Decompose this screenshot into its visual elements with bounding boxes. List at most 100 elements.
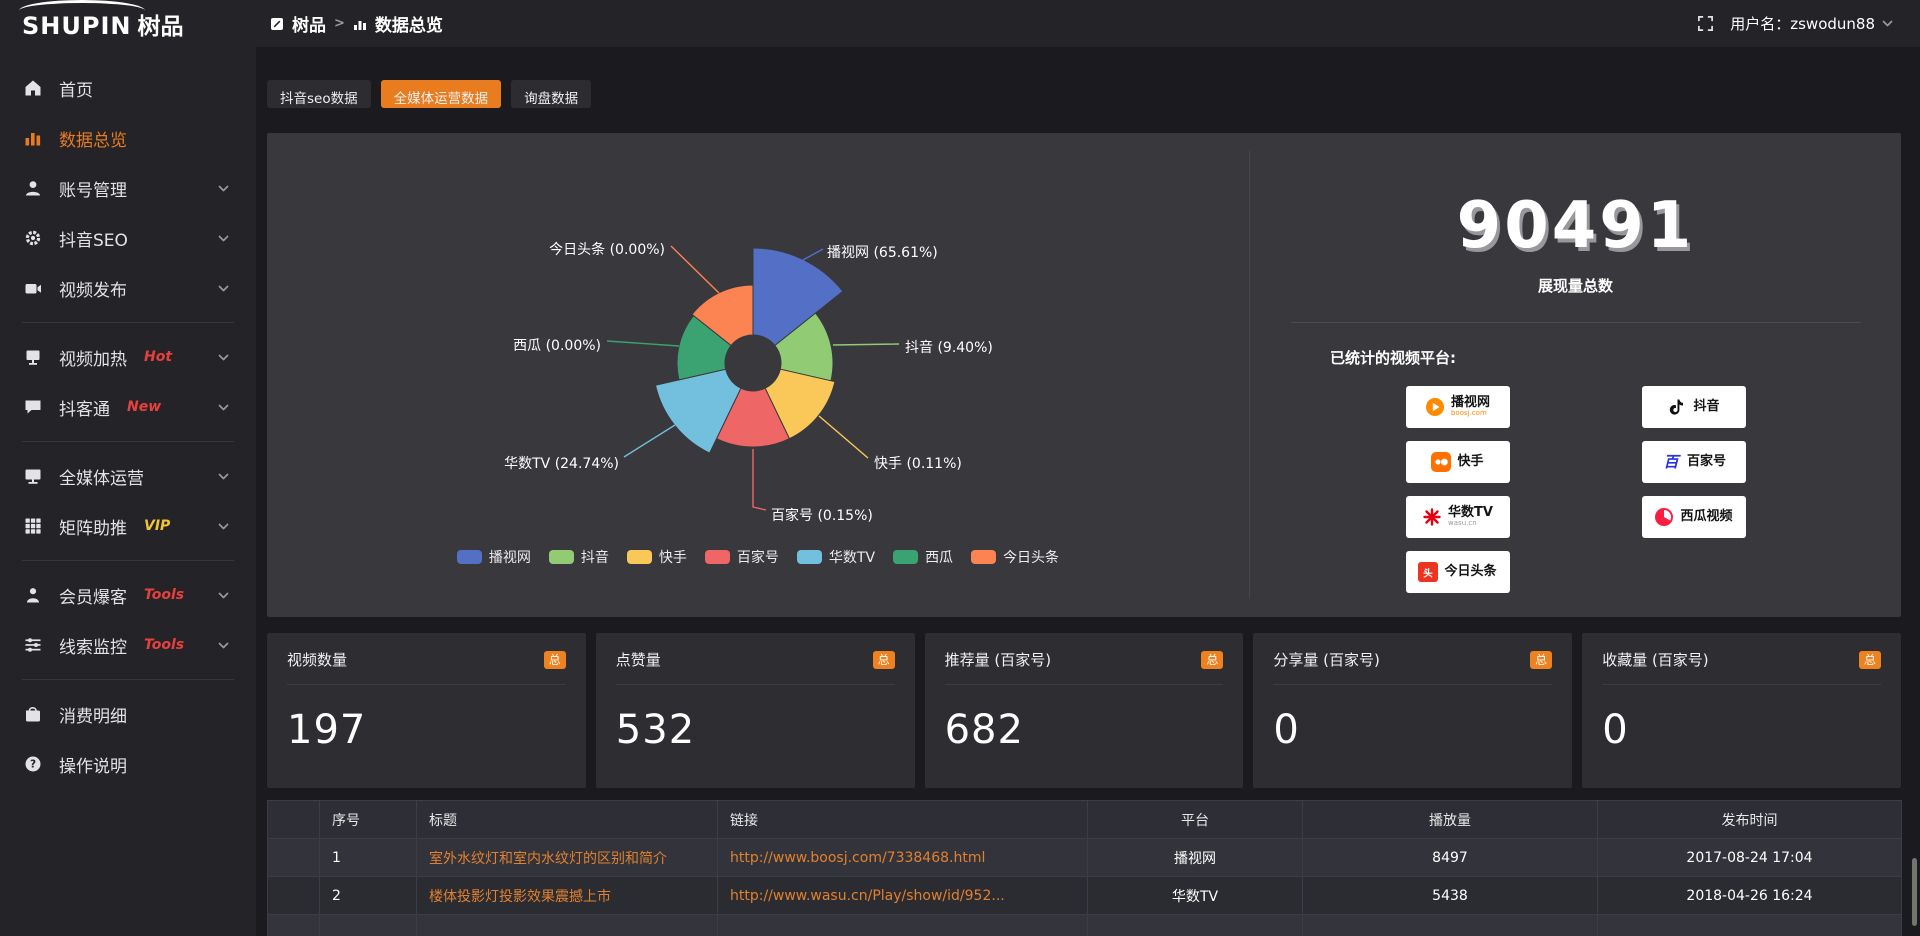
sidebar-divider [22, 441, 234, 442]
sidebar-item-label: 矩阵助推 [59, 514, 127, 539]
legend-item-百家号[interactable]: 百家号 [705, 547, 779, 567]
sidebar-item-账号管理[interactable]: 账号管理 [0, 163, 256, 213]
chart-legend: 播视网 抖音 快手百家号 华数TV 西瓜 今日头条 [267, 547, 1249, 567]
breadcrumb-root[interactable]: 树品 [292, 11, 326, 36]
platform-name: 华数TV [1448, 506, 1493, 520]
sidebar-item-label: 消费明细 [59, 702, 127, 727]
cell-plays: 8497 [1303, 839, 1598, 877]
sidebar-item-会员爆客[interactable]: 会员爆客Tools [0, 570, 256, 620]
stat-card-header: 视频数量总 [287, 649, 566, 685]
stat-card-value: 532 [616, 707, 895, 753]
column-header-播放量: 播放量 [1303, 801, 1598, 839]
wasu-icon [1422, 507, 1442, 527]
cell-seq: 2 [320, 877, 417, 915]
table-row: 1室外水纹灯和室内水纹灯的区别和简介http://www.boosj.com/7… [268, 839, 1902, 877]
svg-text:百: 百 [1663, 453, 1681, 471]
sidebar-item-视频发布[interactable]: 视频发布 [0, 263, 256, 313]
tab-全媒体运营数据[interactable]: 全媒体运营数据 [381, 80, 502, 108]
logo-text-cn: 树品 [137, 7, 183, 41]
tab-抖音seo数据[interactable]: 抖音seo数据 [267, 80, 371, 108]
platform-sub: boosj.com [1451, 410, 1490, 418]
column-header-序号: 序号 [320, 801, 417, 839]
kuaishou-icon [1431, 452, 1451, 472]
platform-name: 播视网 [1451, 396, 1490, 410]
platform-badge-华数TV: 华数TVwasu.cn [1406, 496, 1510, 538]
legend-label: 今日头条 [1003, 547, 1059, 567]
platform-badge-快手: 快手 [1406, 441, 1510, 483]
pie-label-抖音: 抖音 (9.40%) [905, 339, 993, 356]
scrollbar-thumb[interactable] [1912, 858, 1917, 926]
platform-badge-今日头条: 头今日头条 [1406, 551, 1510, 593]
chevron-down-icon [217, 282, 230, 295]
sidebar-item-badge: Tools [144, 587, 184, 603]
cell-link[interactable]: http://www.boosj.com/7338468.html [718, 839, 1088, 877]
legend-item-播视网[interactable]: 播视网 [457, 547, 531, 567]
total-impressions-label: 展现量总数 [1538, 275, 1613, 296]
overview-panel: 播视网 (65.61%)抖音 (9.40%)快手 (0.11%)百家号 (0.1… [267, 133, 1901, 617]
breadcrumb-separator: > [334, 16, 345, 31]
legend-item-快手[interactable]: 快手 [627, 547, 687, 567]
legend-item-华数TV[interactable]: 华数TV [797, 547, 875, 567]
sidebar-item-抖客通[interactable]: 抖客通New [0, 382, 256, 432]
legend-item-西瓜[interactable]: 西瓜 [893, 547, 953, 567]
legend-swatch [705, 550, 730, 564]
sidebar-item-label: 账号管理 [59, 176, 127, 201]
legend-swatch [797, 550, 822, 564]
username-label: 用户名：zswodun88 [1730, 13, 1875, 34]
chevron-down-icon [217, 589, 230, 602]
cell-title[interactable]: 室外水纹灯和室内水纹灯的区别和简介 [417, 839, 718, 877]
stat-card-title: 推荐量 (百家号) [945, 649, 1051, 670]
chevron-down-icon [217, 182, 230, 195]
topbar: SHUPIN 树品 树品 > 数据总览 用户名：zswodun88 [0, 0, 1920, 47]
total-badge: 总 [544, 651, 566, 669]
video-icon [24, 279, 44, 297]
sidebar-item-矩阵助推[interactable]: 矩阵助推VIP [0, 501, 256, 551]
cell-time: 2017-08-24 17:04 [1598, 839, 1902, 877]
sidebar-item-badge: Tools [144, 637, 184, 653]
legend-label: 华数TV [829, 547, 875, 567]
user-menu[interactable]: 用户名：zswodun88 [1730, 13, 1894, 34]
sidebar-divider [22, 679, 234, 680]
platform-column: 播视网boosj.com 快手华数TVwasu.cn 头今日头条 [1406, 386, 1510, 593]
monitor-icon [24, 467, 44, 485]
legend-label: 快手 [659, 547, 687, 567]
sidebar-item-全媒体运营[interactable]: 全媒体运营 [0, 451, 256, 501]
cell-platform: 播视网 [1088, 839, 1303, 877]
stat-card-value: 0 [1602, 707, 1881, 753]
legend-item-抖音[interactable]: 抖音 [549, 547, 609, 567]
stat-card-header: 推荐量 (百家号)总 [945, 649, 1224, 685]
sidebar-divider [22, 322, 234, 323]
sidebar-item-视频加热[interactable]: 视频加热Hot [0, 332, 256, 382]
tab-询盘数据[interactable]: 询盘数据 [511, 80, 591, 108]
stat-card-点赞量: 点赞量总532 [596, 633, 915, 788]
grid-icon [24, 517, 44, 535]
sidebar-item-抖音SEO[interactable]: 抖音SEO [0, 213, 256, 263]
sidebar-item-操作说明[interactable]: ?操作说明 [0, 739, 256, 789]
cell-link[interactable]: http://www.wasu.cn/Play/show/id/952... [718, 877, 1088, 915]
legend-label: 抖音 [581, 547, 609, 567]
chevron-down-icon [217, 520, 230, 533]
sidebar-item-label: 视频加热 [59, 345, 127, 370]
baijiahao-icon: 百 [1661, 452, 1681, 472]
stat-card-header: 分享量 (百家号)总 [1273, 649, 1552, 685]
cell-title[interactable]: 楼体投影灯投影效果震撼上市 [417, 877, 718, 915]
legend-item-今日头条[interactable]: 今日头条 [971, 547, 1059, 567]
sidebar-item-label: 全媒体运营 [59, 464, 144, 489]
sidebar-item-label: 视频发布 [59, 276, 127, 301]
app-logo: SHUPIN 树品 [0, 7, 256, 41]
sidebar-item-数据总览[interactable]: 数据总览 [0, 113, 256, 163]
question-icon: ? [24, 755, 44, 773]
sidebar-item-线索监控[interactable]: 线索监控Tools [0, 620, 256, 670]
tab-bar: 抖音seo数据全媒体运营数据询盘数据 [267, 80, 1901, 108]
sidebar-item-消费明细[interactable]: 消费明细 [0, 689, 256, 739]
wallet-icon [24, 705, 44, 723]
sidebar-item-首页[interactable]: 首页 [0, 63, 256, 113]
chevron-down-icon [217, 232, 230, 245]
member-icon [24, 586, 44, 604]
stat-card-视频数量: 视频数量总197 [267, 633, 586, 788]
fullscreen-icon[interactable] [1697, 15, 1714, 32]
pie-label-百家号: 百家号 (0.15%) [771, 507, 873, 524]
column-header-标题: 标题 [417, 801, 718, 839]
table-header-row: 序号标题链接平台播放量发布时间 [268, 801, 1902, 839]
platforms-label: 已统计的视频平台: [1330, 347, 1456, 368]
